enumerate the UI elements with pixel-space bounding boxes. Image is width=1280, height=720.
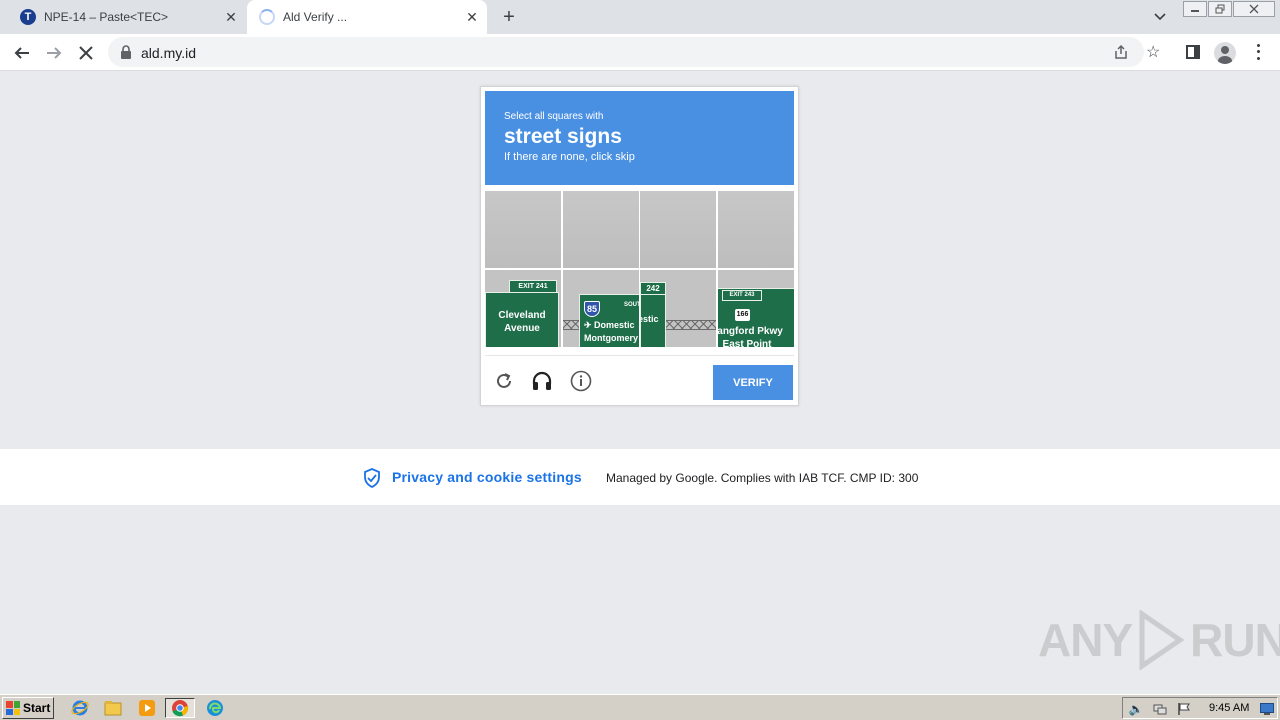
exit-panel: EXIT 243	[722, 290, 762, 301]
loading-spinner-icon	[259, 9, 275, 25]
sign-text: Cleveland	[498, 310, 546, 321]
tab-title: Ald Verify ...	[283, 10, 348, 24]
show-desktop-icon[interactable]	[1259, 701, 1275, 717]
close-icon	[79, 46, 93, 60]
captcha-image-grid: Cleveland Avenue EXIT 241 85 SOUTH ✈ Dom…	[485, 191, 794, 349]
verify-button[interactable]: VERIFY	[713, 365, 793, 400]
captcha-challenge: Select all squares with street signs If …	[480, 86, 799, 406]
captcha-hint: If there are none, click skip	[504, 151, 635, 163]
close-icon[interactable]: ✕	[222, 8, 240, 26]
street-sign: 85 SOUTH ✈ Domestic Montgomery	[579, 294, 639, 347]
reload-icon[interactable]	[493, 370, 515, 392]
address-bar[interactable]: ald.my.id ☆	[108, 37, 1160, 67]
sign-text: ✈ Domestic	[641, 314, 659, 324]
lock-icon	[121, 45, 131, 59]
interstate-shield-icon: 85	[584, 301, 600, 317]
anyrun-watermark: ANY RUN	[1038, 610, 1280, 670]
bookmark-star-icon[interactable]: ☆	[1146, 42, 1160, 62]
exit-panel: EXIT 241	[509, 280, 557, 293]
tab-search-chevron-icon[interactable]	[1150, 8, 1170, 26]
sign-text: ✈ Domestic	[584, 320, 635, 330]
media-player-icon[interactable]	[137, 698, 157, 718]
captcha-tile-7[interactable]: ✈ Domestic 242	[640, 270, 716, 347]
start-button[interactable]: Start	[2, 697, 54, 719]
tab-strip: T NPE-14 – Paste<TEC> ✕ Ald Verify ... ✕…	[0, 0, 1280, 34]
arrow-right-icon	[47, 47, 62, 59]
side-panel-icon[interactable]	[1186, 45, 1200, 59]
watermark-text: RUN	[1190, 614, 1280, 666]
forward-button[interactable]	[42, 41, 66, 65]
info-icon[interactable]	[570, 370, 592, 392]
privacy-settings-link[interactable]: Privacy and cookie settings	[392, 469, 582, 485]
tab-title: NPE-14 – Paste<TEC>	[44, 10, 169, 24]
play-logo-icon	[1139, 610, 1185, 670]
shield-check-icon	[364, 468, 380, 488]
headphones-icon[interactable]	[531, 370, 553, 392]
captcha-header: Select all squares with street signs If …	[485, 91, 794, 185]
sign-text: Avenue	[504, 323, 540, 334]
file-explorer-icon[interactable]	[103, 698, 123, 718]
chrome-taskbar-icon[interactable]	[165, 698, 195, 718]
taskbar-clock: 9:45 AM	[1209, 702, 1250, 714]
edge-icon[interactable]	[205, 698, 225, 718]
street-sign: ✈ Domestic	[640, 294, 666, 347]
street-sign: Cleveland Avenue	[485, 292, 559, 347]
close-window-button[interactable]	[1233, 1, 1275, 17]
volume-icon[interactable]: 🔈	[1128, 701, 1144, 717]
consent-bar: Privacy and cookie settings Managed by G…	[0, 449, 1280, 505]
captcha-tile-1[interactable]	[485, 191, 561, 268]
sign-text: SOUTH	[624, 302, 639, 308]
sign-text: East Point	[722, 339, 772, 347]
cmp-managed-text: Managed by Google. Complies with IAB TCF…	[606, 471, 919, 485]
share-icon[interactable]	[1113, 44, 1129, 60]
system-tray: 🔈 9:45 AM	[1122, 697, 1278, 719]
route-shield-icon: 166	[735, 309, 750, 321]
new-tab-button[interactable]: +	[498, 6, 520, 28]
tab-npe14-paste[interactable]: T NPE-14 – Paste<TEC> ✕	[8, 0, 246, 34]
kebab-menu-icon[interactable]	[1250, 42, 1266, 62]
captcha-footer: VERIFY	[485, 355, 794, 403]
action-center-flag-icon[interactable]	[1176, 701, 1192, 717]
network-icon[interactable]	[1152, 701, 1168, 717]
captcha-tile-6[interactable]: 85 SOUTH ✈ Domestic Montgomery	[563, 270, 639, 347]
sign-text: Montgomery	[584, 333, 638, 343]
t-logo-icon: T	[20, 9, 36, 25]
restore-window-button[interactable]	[1208, 1, 1232, 17]
url-text: ald.my.id	[141, 45, 196, 61]
tab-ald-verify[interactable]: Ald Verify ... ✕	[247, 0, 487, 34]
minimize-window-button[interactable]	[1183, 1, 1207, 17]
stop-loading-button[interactable]	[74, 41, 98, 65]
captcha-tile-3[interactable]	[640, 191, 716, 268]
captcha-tile-2[interactable]	[563, 191, 639, 268]
exit-panel: 242	[640, 282, 666, 295]
watermark-text: ANY	[1038, 614, 1133, 666]
captcha-tile-8[interactable]: 166 Langford Pkwy East Point EXIT 243	[718, 270, 794, 347]
captcha-tile-5[interactable]: Cleveland Avenue EXIT 241	[485, 270, 561, 347]
arrow-left-icon	[14, 47, 29, 59]
profile-avatar-icon[interactable]	[1214, 42, 1236, 64]
windows-logo-icon	[6, 701, 20, 715]
back-button[interactable]	[10, 41, 34, 65]
captcha-instruction: Select all squares with	[504, 111, 604, 122]
close-icon[interactable]: ✕	[463, 8, 481, 26]
captcha-tile-4[interactable]	[718, 191, 794, 268]
start-label: Start	[23, 701, 51, 715]
internet-explorer-icon[interactable]	[70, 698, 90, 718]
captcha-target: street signs	[504, 125, 622, 148]
sign-text: Langford Pkwy	[718, 326, 783, 337]
taskbar: Start 🔈 9:45 AM	[0, 694, 1280, 720]
browser-toolbar: ald.my.id ☆	[0, 34, 1280, 71]
